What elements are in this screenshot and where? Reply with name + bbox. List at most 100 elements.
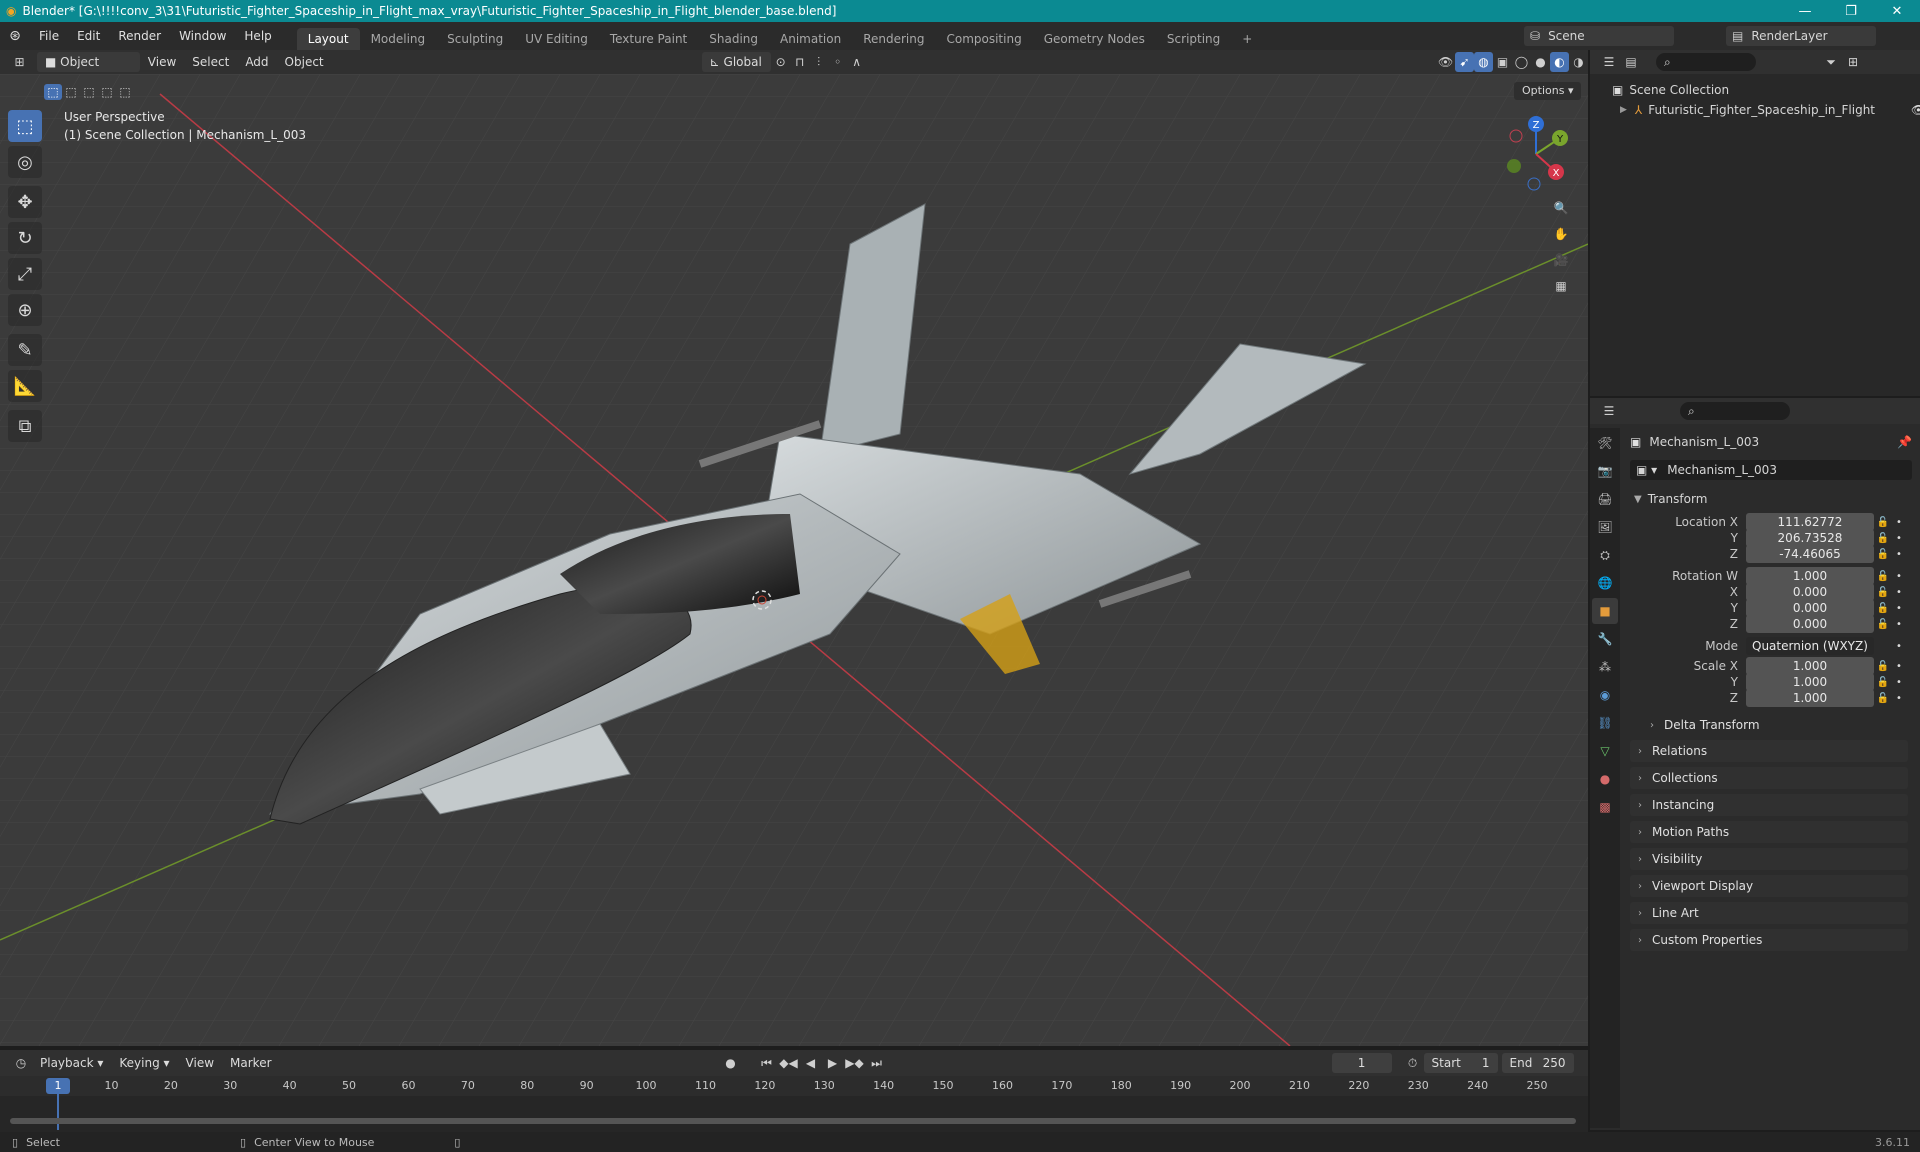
xray-icon[interactable]: ▣ <box>1493 52 1512 72</box>
workspace-tab-texture-paint[interactable]: Texture Paint <box>599 28 698 50</box>
lock-icon[interactable]: 🔓 <box>1874 571 1892 582</box>
workspace-tab-layout[interactable]: Layout <box>296 28 360 50</box>
filter-icon[interactable]: ⏷ <box>1820 52 1842 72</box>
menu-edit[interactable]: Edit <box>68 22 109 50</box>
options-dropdown[interactable]: Options ▾ <box>1514 82 1582 100</box>
workspace-tab-rendering[interactable]: Rendering <box>852 28 935 50</box>
wireframe-shading-icon[interactable]: ◯ <box>1512 52 1531 72</box>
world-tab-icon[interactable]: 🌐 <box>1592 570 1618 596</box>
viewport-menu-object[interactable]: Object <box>277 52 332 72</box>
keyframe-dot-icon[interactable]: • <box>1892 533 1906 544</box>
keyframe-dot-icon[interactable]: • <box>1892 619 1906 630</box>
close-button[interactable]: ✕ <box>1874 0 1920 22</box>
move-tool-icon[interactable]: ✥ <box>8 186 42 218</box>
maximize-button[interactable]: ❐ <box>1828 0 1874 22</box>
editor-type-icon[interactable]: ⊞ <box>10 52 29 72</box>
current-frame-field[interactable]: 1 <box>1331 1053 1392 1073</box>
timeline-menu-view[interactable]: View <box>178 1053 222 1073</box>
menu-render[interactable]: Render <box>109 22 170 50</box>
panel-custom-properties[interactable]: › Custom Properties <box>1630 929 1908 951</box>
record-icon[interactable]: ● <box>720 1053 742 1073</box>
frame-ruler[interactable]: 10 20 30 40 50 60 70 80 90 100 110 120 130 140 150 160 1… <box>0 1076 1588 1096</box>
scale-tool-icon[interactable]: ⤢ <box>8 258 42 290</box>
outliner-search-input[interactable]: ⌕ <box>1656 53 1756 71</box>
lock-icon[interactable]: 🔓 <box>1874 619 1892 630</box>
workspace-tab-animation[interactable]: Animation <box>769 28 852 50</box>
play-reverse-icon[interactable]: ◀ <box>800 1053 822 1073</box>
expand-arrow-icon[interactable]: ▶ <box>1620 100 1627 120</box>
timeline-menu-keying[interactable]: Keying ▾ <box>111 1053 177 1073</box>
menu-help[interactable]: Help <box>235 22 280 50</box>
keyframe-dot-icon[interactable]: • <box>1892 661 1906 672</box>
select-subtract-icon[interactable]: ⬚ <box>80 84 98 100</box>
workspace-tab-modeling[interactable]: Modeling <box>360 28 437 50</box>
transform-panel-header[interactable]: ▼ Transform <box>1630 488 1912 510</box>
navigation-gizmo[interactable]: Z Y X <box>1496 114 1576 194</box>
workspace-tab-compositing[interactable]: Compositing <box>935 28 1032 50</box>
pan-hand-icon[interactable]: ✋ <box>1550 224 1572 244</box>
lock-icon[interactable]: 🔓 <box>1874 693 1892 704</box>
outliner-row-scene-collection[interactable]: ▣ Scene Collection <box>1612 80 1920 100</box>
keyframe-dot-icon[interactable]: • <box>1892 693 1906 704</box>
timeline-area[interactable]: 10 20 30 40 50 60 70 80 90 100 110 120 130 140 150 160 1… <box>0 1076 1588 1132</box>
constraints-tab-icon[interactable]: ⛓ <box>1592 710 1618 736</box>
gizmo-toggle-icon[interactable]: ➹ <box>1455 52 1475 72</box>
panel-visibility[interactable]: › Visibility <box>1630 848 1908 870</box>
panel-line-art[interactable]: › Line Art <box>1630 902 1908 924</box>
rendered-shading-icon[interactable]: ◑ <box>1569 52 1588 72</box>
transform-tool-icon[interactable]: ⊕ <box>8 294 42 326</box>
properties-editor-type-icon[interactable]: ☰ <box>1598 401 1620 421</box>
pivot-point-icon[interactable]: ⊙ <box>771 52 790 72</box>
proportional-edit-icon[interactable]: ◦ <box>828 52 847 72</box>
menu-window[interactable]: Window <box>170 22 235 50</box>
start-frame-field[interactable]: Start 1 <box>1423 1053 1498 1073</box>
workspace-tab-uv-editing[interactable]: UV Editing <box>514 28 599 50</box>
renderlayer-selector[interactable]: ▤ RenderLayer <box>1726 26 1876 46</box>
lock-icon[interactable]: 🔓 <box>1874 533 1892 544</box>
rotation-z-field[interactable]: 0.000 <box>1746 615 1874 633</box>
select-new-icon[interactable]: ⬚ <box>44 84 62 100</box>
texture-tab-icon[interactable]: ▩ <box>1592 794 1618 820</box>
visibility-icon[interactable]: 👁 <box>1436 52 1455 72</box>
timeline-editor-type-icon[interactable]: ◷ <box>10 1053 32 1073</box>
zoom-icon[interactable]: 🔍 <box>1550 198 1572 218</box>
minimize-button[interactable]: — <box>1782 0 1828 22</box>
overlay-toggle-icon[interactable]: ◍ <box>1474 52 1494 72</box>
physics-tab-icon[interactable]: ◉ <box>1592 682 1618 708</box>
timeline-menu-playback[interactable]: Playback ▾ <box>32 1053 111 1073</box>
new-collection-icon[interactable]: ⊞ <box>1842 52 1864 72</box>
object-name-field[interactable]: ▣ ▾ Mechanism_L_003 <box>1630 460 1912 480</box>
lock-icon[interactable]: 🔓 <box>1874 587 1892 598</box>
snap-target-icon[interactable]: ⫶ <box>809 52 828 72</box>
output-tab-icon[interactable]: 🖨 <box>1592 486 1618 512</box>
preview-range-icon[interactable]: ⏱ <box>1402 1053 1424 1073</box>
timeline-scrollbar[interactable] <box>10 1118 1576 1124</box>
keyframe-dot-icon[interactable]: • <box>1892 549 1906 560</box>
cursor-tool-icon[interactable]: ◎ <box>8 146 42 178</box>
lock-icon[interactable]: 🔓 <box>1874 549 1892 560</box>
panel-instancing[interactable]: › Instancing <box>1630 794 1908 816</box>
object-tab-icon[interactable]: ■ <box>1592 598 1618 624</box>
material-shading-icon[interactable]: ◐ <box>1549 52 1569 72</box>
select-extend-icon[interactable]: ⬚ <box>62 84 80 100</box>
hide-eye-icon[interactable]: 👁 <box>1911 100 1920 120</box>
panel-collections[interactable]: › Collections <box>1630 767 1908 789</box>
modifier-tab-icon[interactable]: 🔧 <box>1592 626 1618 652</box>
blender-menu-icon[interactable]: ⊛ <box>0 28 30 44</box>
3d-viewport[interactable]: ⬚ ⬚ ⬚ ⬚ ⬚ Options ▾ User Perspective (1)… <box>0 74 1588 1046</box>
end-frame-field[interactable]: End 250 <box>1501 1053 1574 1073</box>
transform-orientation-dropdown[interactable]: ⊾ Global ▾ <box>701 52 772 89</box>
select-box-tool-icon[interactable]: ⬚ <box>8 110 42 142</box>
keyframe-dot-icon[interactable]: • <box>1892 641 1906 652</box>
render-tab-icon[interactable]: 📷 <box>1592 458 1618 484</box>
scale-z-field[interactable]: 1.000 <box>1746 689 1874 707</box>
material-tab-icon[interactable]: ● <box>1592 766 1618 792</box>
properties-search-input[interactable]: ⌕ <box>1680 402 1790 420</box>
keyframe-dot-icon[interactable]: • <box>1892 603 1906 614</box>
panel-motion-paths[interactable]: › Motion Paths <box>1630 821 1908 843</box>
keyframe-dot-icon[interactable]: • <box>1892 571 1906 582</box>
keyframe-dot-icon[interactable]: • <box>1892 677 1906 688</box>
view-layer-tab-icon[interactable]: 🖼 <box>1592 514 1618 540</box>
menu-file[interactable]: File <box>30 22 68 50</box>
measure-tool-icon[interactable]: 📐 <box>8 370 42 402</box>
